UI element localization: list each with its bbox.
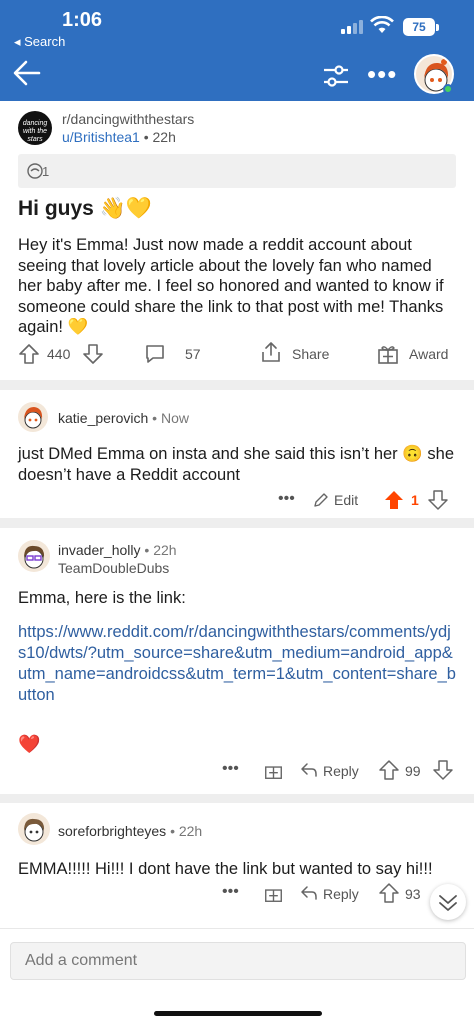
award-button[interactable]: Award xyxy=(409,346,448,362)
comment-username[interactable]: soreforbrighteyes xyxy=(58,823,166,839)
post-comment-count: 57 xyxy=(185,346,201,362)
downvote-icon[interactable] xyxy=(433,760,453,780)
share-button[interactable]: Share xyxy=(292,346,329,362)
comment: invader_holly • 22h TeamDoubleDubs Emma,… xyxy=(0,528,474,794)
reply-icon[interactable] xyxy=(300,884,318,902)
post-awards[interactable]: 1 xyxy=(18,154,456,188)
battery-icon: 75 xyxy=(403,18,435,36)
comment-more-icon[interactable]: ••• xyxy=(222,760,239,778)
sort-comments-icon[interactable] xyxy=(322,64,350,88)
subreddit-icon[interactable]: dancing with the stars xyxy=(18,111,52,145)
add-comment-input[interactable]: Add a comment xyxy=(10,942,466,980)
upvote-icon[interactable] xyxy=(18,343,40,365)
comment-body: EMMA!!!!! Hi!!! I dont have the link but… xyxy=(18,860,433,878)
reply-button[interactable]: Reply xyxy=(323,886,359,902)
comment-age: 22h xyxy=(178,823,203,839)
meta-dot: • xyxy=(152,410,161,426)
meta-dot: • xyxy=(170,823,179,839)
comment-vote-count: 93 xyxy=(405,886,421,902)
award-icon[interactable] xyxy=(264,884,283,903)
post-card: dancing with the stars r/dancingwiththes… xyxy=(0,101,474,380)
upvote-active-icon[interactable] xyxy=(384,490,404,510)
comment-username-line: soreforbrighteyes • 22h xyxy=(58,823,202,839)
commenter-avatar[interactable] xyxy=(18,540,50,572)
upvote-icon[interactable] xyxy=(379,883,399,903)
meta-dot: • xyxy=(143,129,153,145)
comment-action-bar: ••• Reply 93 xyxy=(0,883,474,907)
award-count: 1 xyxy=(42,164,50,179)
award-icon[interactable] xyxy=(377,343,399,365)
back-arrow-icon[interactable] xyxy=(12,58,42,88)
comment: soreforbrighteyes • 22h EMMA!!!!! Hi!!! … xyxy=(0,803,474,928)
online-status-dot xyxy=(443,84,453,94)
heart-emoji: ❤️ xyxy=(18,734,41,754)
downvote-icon[interactable] xyxy=(428,490,448,510)
collapse-thread-button[interactable] xyxy=(430,884,466,920)
upvote-icon[interactable] xyxy=(379,760,399,780)
award-icon[interactable] xyxy=(264,761,283,780)
comment-body: just DMed Emma on insta and she said thi… xyxy=(18,445,454,484)
snoo-avatar-icon xyxy=(24,407,43,429)
app-header: 1:06 ◂ Search 75 ••• xyxy=(0,0,474,101)
comment-vote-count: 99 xyxy=(405,763,421,779)
snoo-avatar-icon xyxy=(24,545,45,569)
comment-composer-bar: Add a comment xyxy=(0,928,474,1025)
comment-body: Emma, here is the link: xyxy=(18,589,186,607)
post-vote-count: 440 xyxy=(47,346,71,362)
edit-button[interactable]: Edit xyxy=(334,492,358,508)
comment-username[interactable]: katie_perovich xyxy=(58,410,148,426)
downvote-icon[interactable] xyxy=(82,343,104,365)
double-chevron-down-icon xyxy=(439,895,457,911)
battery-tip xyxy=(436,24,439,31)
commenter-avatar[interactable] xyxy=(18,402,48,432)
cellular-signal-icon xyxy=(341,20,363,34)
comment-icon[interactable] xyxy=(144,343,166,365)
wifi-icon xyxy=(370,16,394,33)
reply-icon[interactable] xyxy=(300,761,318,779)
comment-action-bar: ••• Edit 1 xyxy=(0,490,474,514)
snoo-avatar-icon xyxy=(24,818,45,842)
user-flair: TeamDoubleDubs xyxy=(58,560,170,576)
comment-action-bar: ••• Reply 99 xyxy=(0,760,474,784)
back-to-search-link[interactable]: ◂ Search xyxy=(14,34,65,50)
more-options-icon[interactable]: ••• xyxy=(367,61,397,87)
post-age: 22h xyxy=(152,129,176,145)
post-meta: u/Britishtea1 • 22h xyxy=(62,129,176,145)
edit-icon[interactable] xyxy=(313,492,329,508)
comment-age: 22h xyxy=(153,542,177,558)
comment-link[interactable]: https://www.reddit.com/r/dancingwiththes… xyxy=(18,622,458,706)
comment-username[interactable]: invader_holly xyxy=(58,542,141,558)
comment-username-line: invader_holly • 22h xyxy=(58,542,177,558)
comment-username-line: katie_perovich • Now xyxy=(58,410,189,426)
comment-more-icon[interactable]: ••• xyxy=(222,883,239,901)
subreddit-name[interactable]: r/dancingwiththestars xyxy=(62,111,194,127)
section-divider xyxy=(0,794,474,803)
meta-dot: • xyxy=(144,542,154,558)
section-divider xyxy=(0,518,474,528)
comment-more-icon[interactable]: ••• xyxy=(278,490,295,508)
reply-button[interactable]: Reply xyxy=(323,763,359,779)
post-action-bar: 440 57 Share Award xyxy=(0,337,474,373)
comment-vote-count: 1 xyxy=(411,492,419,508)
post-author[interactable]: u/Britishtea1 xyxy=(62,129,140,145)
comment: katie_perovich • Now just DMed Emma on i… xyxy=(0,390,474,518)
commenter-avatar[interactable] xyxy=(18,813,50,845)
share-icon[interactable] xyxy=(260,341,282,363)
status-time: 1:06 xyxy=(62,9,103,31)
home-indicator xyxy=(154,1011,322,1016)
comment-age: Now xyxy=(160,410,189,426)
post-title: Hi guys 👋💛 xyxy=(18,197,152,220)
post-body: Hey it's Emma! Just now made a reddit ac… xyxy=(18,236,444,336)
section-divider xyxy=(0,380,474,390)
